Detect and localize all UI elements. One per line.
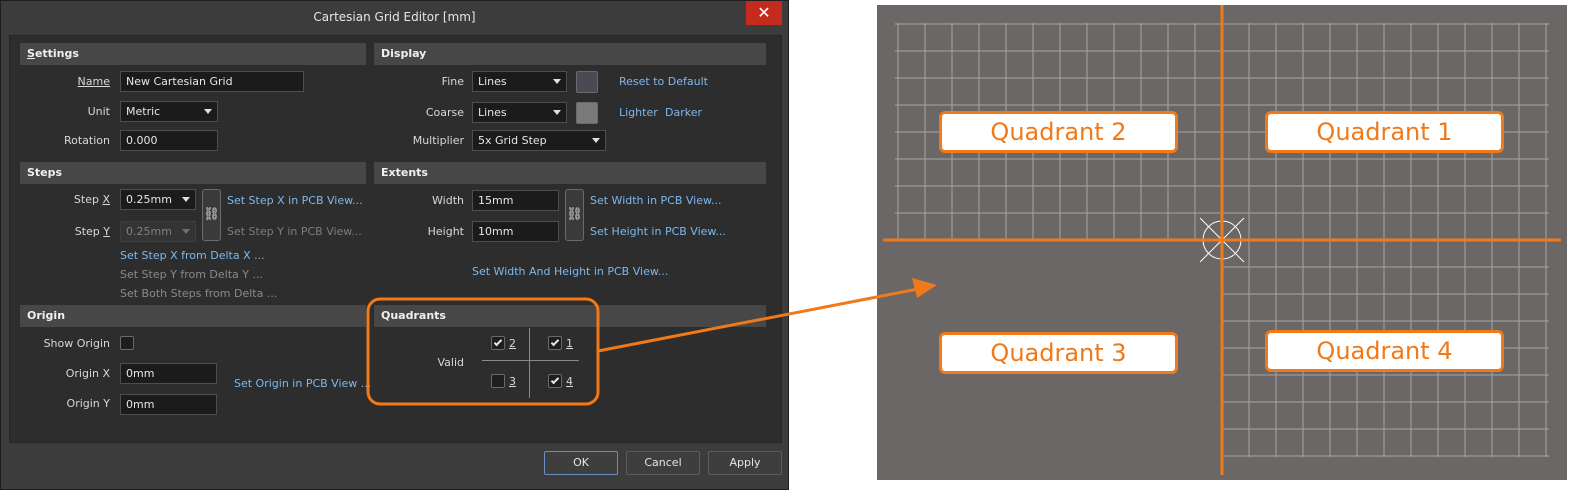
- callout-overlay: [366, 278, 937, 406]
- callout-arrow-head: [912, 278, 937, 298]
- callout-arrow-line: [597, 287, 919, 353]
- quadrants-highlight: [366, 297, 600, 406]
